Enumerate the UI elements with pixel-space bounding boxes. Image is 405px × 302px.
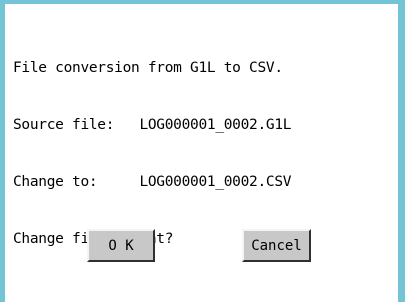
dialog-frame-top [0,0,405,4]
source-file-line: Source file: LOG000001_0002.G1L [13,117,292,133]
ok-button-label: O K [108,237,134,254]
target-file-line: Change to: LOG000001_0002.CSV [13,174,292,190]
conversion-description: File conversion from G1L to CSV. [13,60,283,76]
cancel-button-label: Cancel [251,237,302,254]
dialog-frame-left [0,0,5,302]
ok-button[interactable]: O K [87,229,155,262]
conversion-dialog: File conversion from G1L to CSV. Source … [0,0,405,302]
dialog-frame-right [398,0,405,302]
cancel-button[interactable]: Cancel [242,229,311,262]
